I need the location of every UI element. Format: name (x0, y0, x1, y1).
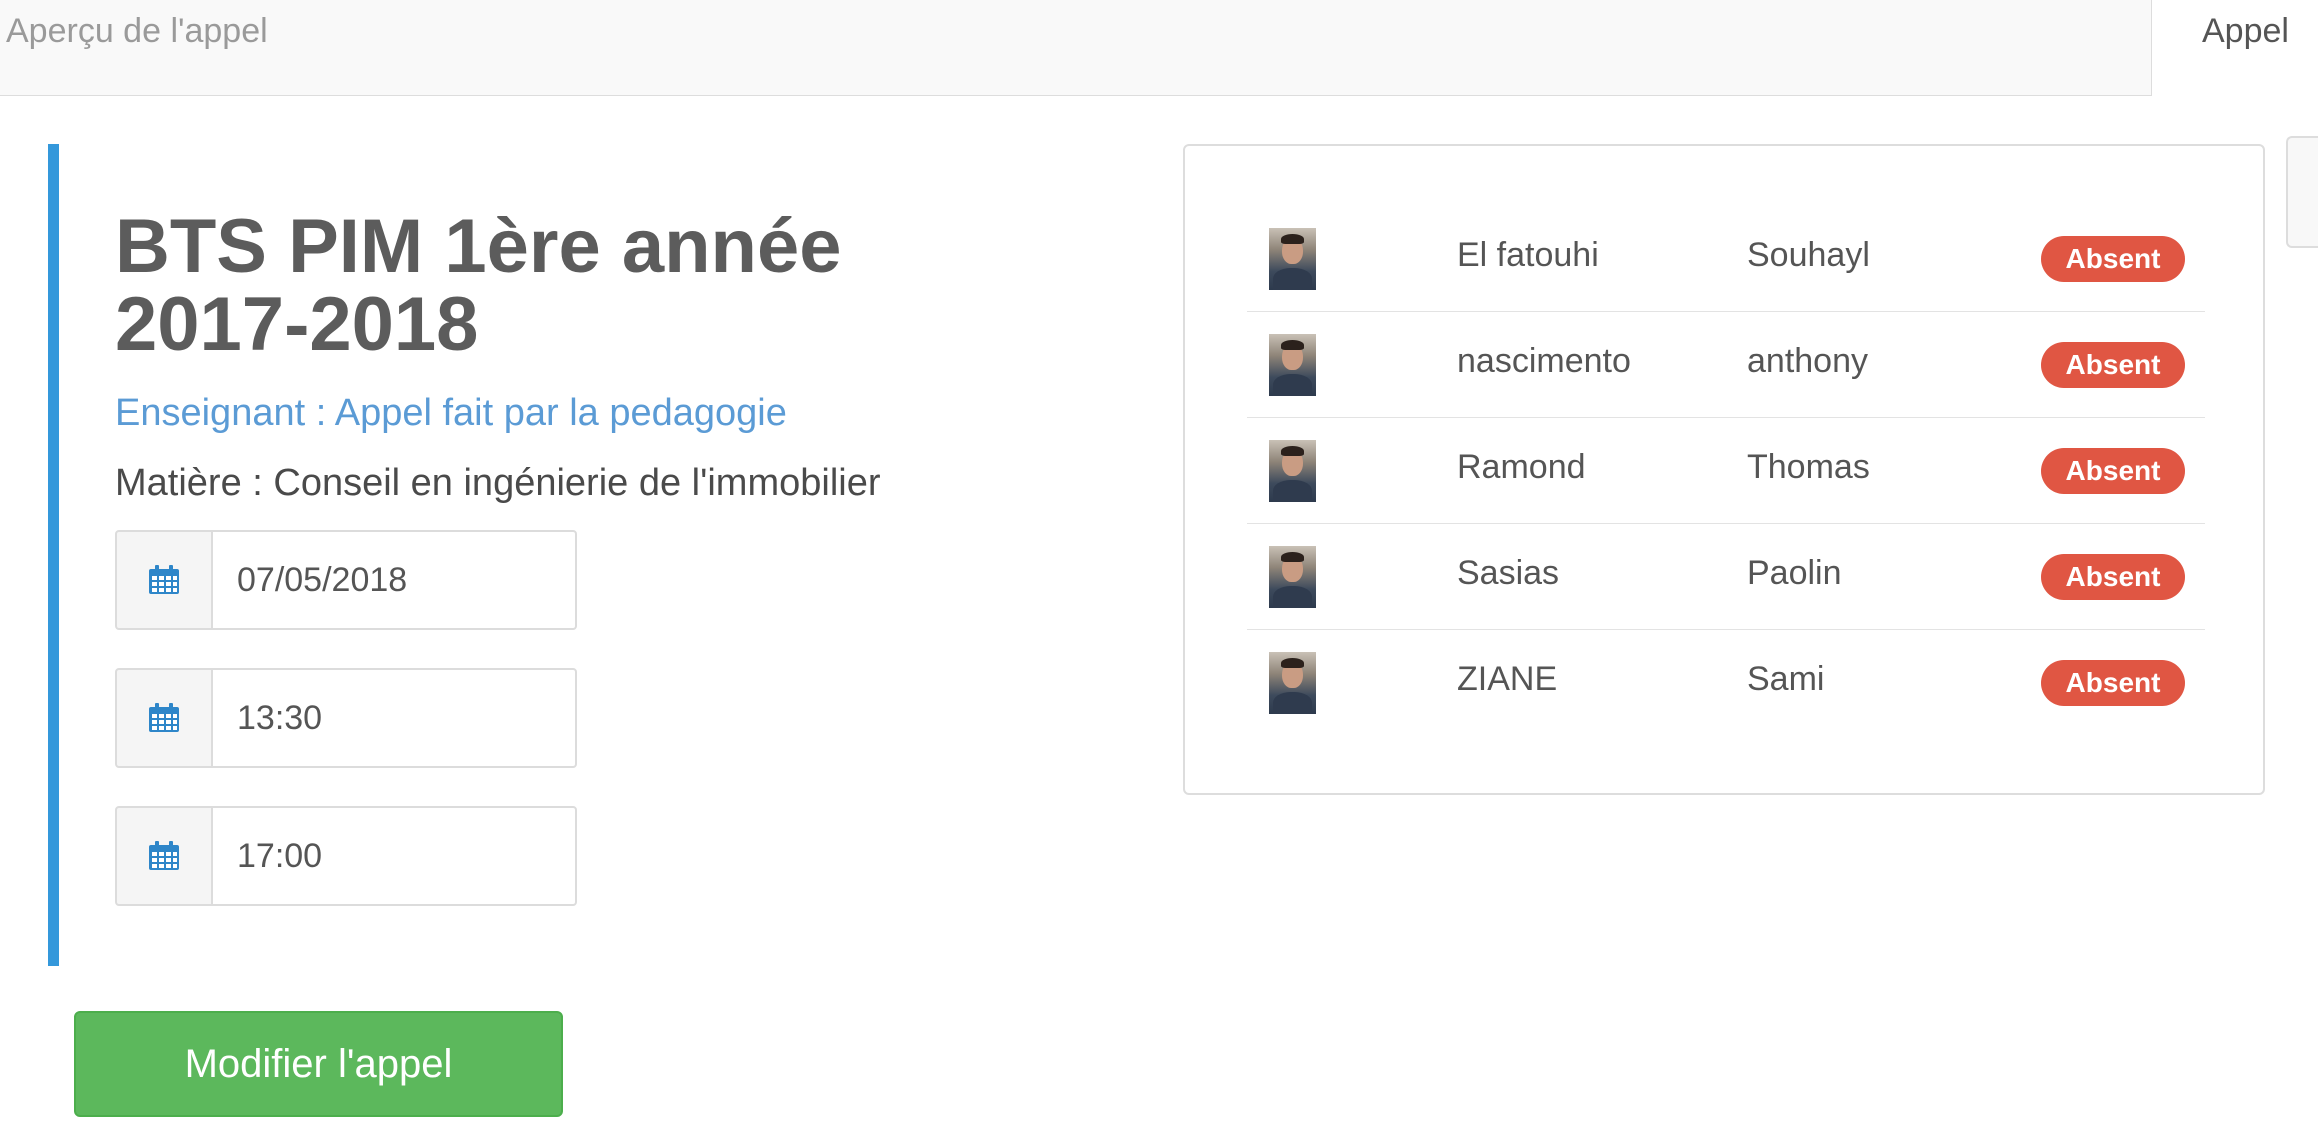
calendar-icon (115, 806, 213, 906)
student-list: El fatouhi Souhayl Absent nascimento ant… (1183, 144, 2265, 795)
student-first-name: Souhayl (1747, 236, 1870, 274)
subject-line: Matière : Conseil en ingénierie de l'imm… (115, 462, 881, 504)
status-badge[interactable]: Absent (2041, 236, 2185, 282)
date-input[interactable] (211, 530, 577, 630)
status-badge[interactable]: Absent (2041, 660, 2185, 706)
student-last-name: Ramond (1457, 448, 1586, 486)
session-details-panel: BTS PIM 1ère année 2017-2018 Enseignant … (48, 144, 1078, 966)
tab-appel[interactable]: Appel (2152, 0, 2318, 96)
student-first-name: Paolin (1747, 554, 1842, 592)
student-row: ZIANE Sami Absent (1247, 630, 2205, 736)
avatar (1269, 652, 1316, 714)
teacher-line: Enseignant : Appel fait par la pedagogie (115, 392, 787, 434)
avatar (1269, 440, 1316, 502)
top-bar: Aperçu de l'appel Appel (0, 0, 2318, 96)
date-field (115, 530, 577, 630)
avatar (1269, 334, 1316, 396)
start-time-input[interactable] (211, 668, 577, 768)
avatar (1269, 546, 1316, 608)
edit-attendance-button[interactable]: Modifier l'appel (74, 1011, 563, 1117)
student-last-name: ZIANE (1457, 660, 1558, 698)
student-first-name: Sami (1747, 660, 1825, 698)
side-panel-edge (2286, 136, 2318, 248)
student-row: Sasias Paolin Absent (1247, 524, 2205, 630)
end-time-field (115, 806, 577, 906)
calendar-icon (115, 530, 213, 630)
status-badge[interactable]: Absent (2041, 448, 2185, 494)
avatar (1269, 228, 1316, 290)
student-last-name: nascimento (1457, 342, 1631, 380)
end-time-input[interactable] (211, 806, 577, 906)
student-row: El fatouhi Souhayl Absent (1247, 206, 2205, 312)
status-badge[interactable]: Absent (2041, 342, 2185, 388)
student-row: nascimento anthony Absent (1247, 312, 2205, 418)
student-row: Ramond Thomas Absent (1247, 418, 2205, 524)
calendar-icon (115, 668, 213, 768)
page-title: Aperçu de l'appel (0, 0, 2152, 96)
student-first-name: Thomas (1747, 448, 1870, 486)
student-last-name: Sasias (1457, 554, 1560, 592)
student-first-name: anthony (1747, 342, 1868, 380)
student-last-name: El fatouhi (1457, 236, 1599, 274)
status-badge[interactable]: Absent (2041, 554, 2185, 600)
class-title: BTS PIM 1ère année 2017-2018 (115, 204, 842, 367)
start-time-field (115, 668, 577, 768)
